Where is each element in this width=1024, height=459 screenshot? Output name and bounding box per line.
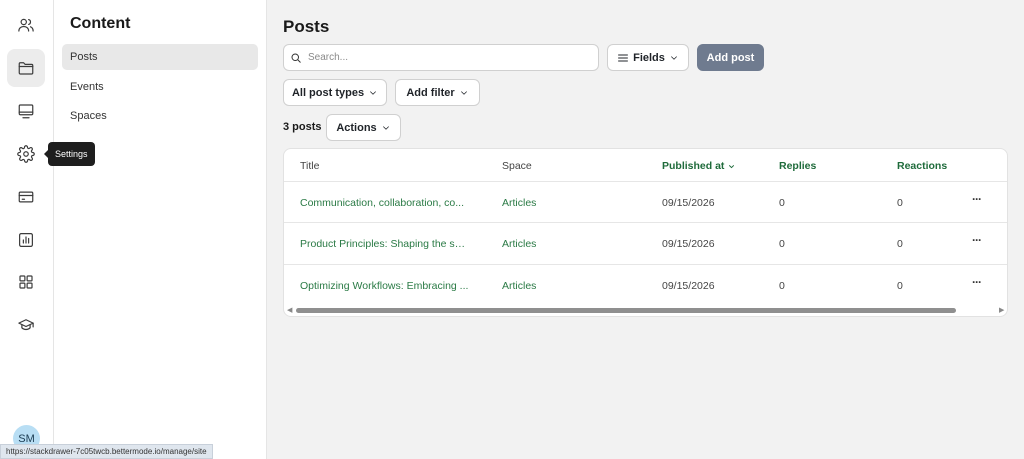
fields-button[interactable]: Fields bbox=[607, 44, 689, 71]
space-link[interactable]: Articles bbox=[502, 238, 536, 250]
chevron-down-icon bbox=[671, 55, 677, 60]
menu-lines-icon bbox=[618, 54, 629, 61]
header-divider bbox=[284, 181, 1007, 182]
users-icon bbox=[18, 18, 34, 32]
post-count: 3 posts bbox=[283, 121, 322, 133]
scroll-left-arrow-icon[interactable]: ◀ bbox=[287, 306, 292, 314]
published-date: 09/15/2026 bbox=[662, 197, 715, 209]
post-types-dropdown[interactable]: All post types bbox=[283, 79, 387, 106]
reactions-count: 0 bbox=[897, 280, 903, 292]
credit-card-icon bbox=[18, 191, 34, 203]
content-panel: Content Posts Events Spaces bbox=[54, 0, 267, 459]
browser-status-bar: https://stackdrawer-7c05twcb.bettermode.… bbox=[0, 444, 213, 459]
post-title-link[interactable]: Optimizing Workflows: Embracing ... bbox=[300, 280, 470, 292]
published-at-label: Published at bbox=[662, 160, 725, 172]
replies-count: 0 bbox=[779, 280, 785, 292]
monitor-icon bbox=[18, 104, 34, 119]
actions-label: Actions bbox=[336, 121, 377, 134]
replies-count: 0 bbox=[779, 238, 785, 250]
column-header-space[interactable]: Space bbox=[502, 160, 532, 172]
grid-icon bbox=[19, 275, 33, 289]
actions-dropdown[interactable]: Actions bbox=[326, 114, 401, 141]
column-header-replies[interactable]: Replies bbox=[779, 160, 816, 172]
row-divider bbox=[284, 222, 1007, 223]
content-nav-button[interactable] bbox=[7, 49, 45, 87]
main-content: Posts Fields Add post All post types Add… bbox=[267, 0, 1024, 459]
add-post-button[interactable]: Add post bbox=[697, 44, 764, 71]
bar-chart-icon bbox=[19, 233, 33, 247]
icon-rail: SM bbox=[0, 0, 54, 459]
add-filter-dropdown[interactable]: Add filter bbox=[395, 79, 480, 106]
fields-button-label: Fields bbox=[633, 51, 665, 64]
billing-nav-button[interactable] bbox=[7, 178, 45, 216]
scrollbar-thumb[interactable] bbox=[296, 308, 956, 313]
search-input[interactable] bbox=[308, 52, 588, 63]
chevron-down-icon bbox=[370, 90, 376, 95]
graduation-cap-icon bbox=[18, 319, 34, 331]
reactions-count: 0 bbox=[897, 197, 903, 209]
settings-tooltip: Settings bbox=[44, 142, 95, 166]
column-header-reactions[interactable]: Reactions bbox=[897, 160, 947, 172]
space-link[interactable]: Articles bbox=[502, 197, 536, 209]
search-box[interactable] bbox=[283, 44, 599, 71]
reactions-count: 0 bbox=[897, 238, 903, 250]
analytics-nav-button[interactable] bbox=[7, 221, 45, 259]
post-title-link[interactable]: Communication, collaboration, co... bbox=[300, 197, 470, 209]
published-date: 09/15/2026 bbox=[662, 238, 715, 250]
post-title-link[interactable]: Product Principles: Shaping the sol... bbox=[300, 238, 470, 250]
apps-nav-button[interactable] bbox=[7, 263, 45, 301]
posts-table: Title Space Published at Replies Reactio… bbox=[283, 148, 1008, 317]
page-title: Posts bbox=[283, 17, 330, 36]
space-link[interactable]: Articles bbox=[502, 280, 536, 292]
gear-icon bbox=[17, 145, 35, 163]
replies-count: 0 bbox=[779, 197, 785, 209]
nav-item-spaces[interactable]: Spaces bbox=[62, 103, 258, 129]
learn-nav-button[interactable] bbox=[7, 306, 45, 344]
row-more-icon[interactable]: ··· bbox=[972, 275, 982, 289]
folder-icon bbox=[18, 62, 34, 75]
panel-title: Content bbox=[70, 15, 131, 32]
published-date: 09/15/2026 bbox=[662, 280, 715, 292]
sort-chevron-icon bbox=[729, 164, 735, 168]
row-more-icon[interactable]: ··· bbox=[972, 192, 982, 206]
column-header-title[interactable]: Title bbox=[300, 160, 319, 172]
appearance-nav-button[interactable] bbox=[7, 92, 45, 130]
chevron-down-icon bbox=[460, 90, 467, 95]
row-divider bbox=[284, 264, 1007, 265]
row-more-icon[interactable]: ··· bbox=[972, 233, 982, 247]
nav-item-posts[interactable]: Posts bbox=[62, 44, 258, 70]
scroll-right-arrow-icon[interactable]: ▶ bbox=[999, 306, 1004, 314]
settings-nav-button[interactable] bbox=[7, 135, 45, 173]
add-filter-label: Add filter bbox=[406, 86, 455, 99]
chevron-down-icon bbox=[382, 125, 389, 130]
search-icon bbox=[291, 53, 301, 63]
nav-item-events[interactable]: Events bbox=[62, 74, 258, 100]
horizontal-scrollbar[interactable]: ◀ ▶ bbox=[284, 306, 1007, 316]
members-nav-button[interactable] bbox=[7, 6, 45, 44]
post-types-label: All post types bbox=[291, 86, 365, 99]
column-header-published-at[interactable]: Published at bbox=[662, 160, 736, 172]
